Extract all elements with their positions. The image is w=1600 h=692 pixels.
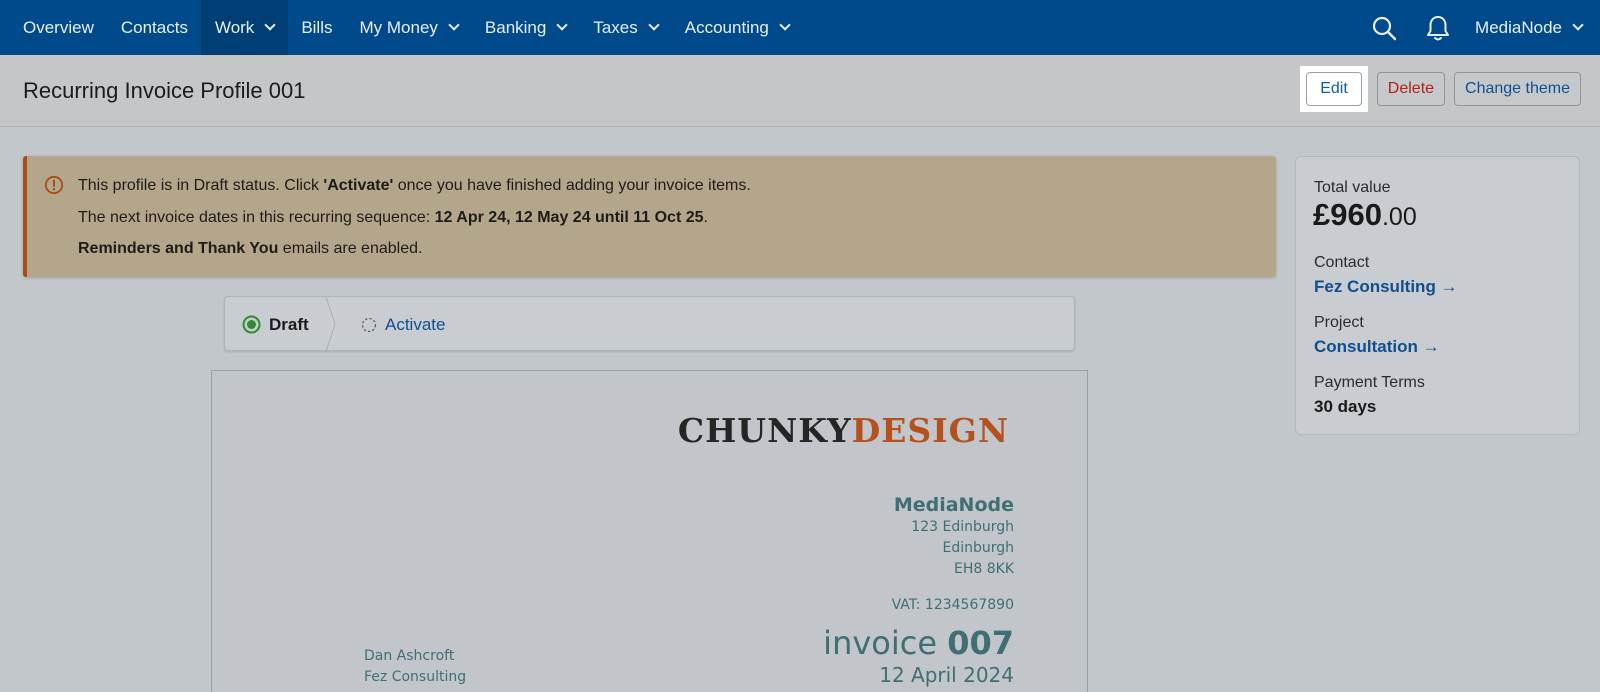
warning-circle-icon	[44, 175, 64, 200]
chevron-down-icon	[556, 19, 569, 31]
radio-checked-icon	[242, 315, 261, 334]
nav-item-label: Banking	[484, 17, 547, 37]
nav-item-label: Overview	[23, 17, 94, 37]
chevron-down-icon	[448, 19, 460, 31]
step-activate[interactable]: Activate	[361, 297, 445, 352]
page-title: Recurring Invoice Profile 001	[23, 78, 306, 103]
invoice-preview: CHUNKYDESIGN MediaNode 123 Edinburgh Edi…	[211, 370, 1088, 692]
alert-text: The next invoice dates in this recurring…	[78, 209, 435, 226]
step-draft-label: Draft	[269, 314, 309, 334]
notifications-button[interactable]	[1411, 0, 1465, 55]
vat-number: VAT: 1234567890	[891, 597, 1014, 613]
status-steps: Draft Activate	[224, 296, 1075, 352]
account-menu[interactable]: MediaNode	[1465, 0, 1600, 55]
alert-text: .	[703, 209, 708, 226]
alert-line-status: This profile is in Draft status. Click '…	[78, 177, 751, 195]
nav-item-label: Contacts	[120, 17, 188, 37]
chevron-down-icon	[779, 19, 791, 31]
chevron-down-icon	[648, 19, 660, 31]
nav-item-accounting[interactable]: Accounting	[671, 0, 802, 55]
bill-to-company: Fez Consulting	[364, 669, 467, 685]
nav-item-taxes[interactable]: Taxes	[580, 0, 671, 55]
contact-link[interactable]: Fez Consulting →	[1314, 277, 1458, 297]
invoice-date: 12 April 2024	[879, 663, 1014, 687]
bell-icon	[1427, 15, 1450, 40]
alert-line-dates: The next invoice dates in this recurring…	[78, 209, 708, 227]
invoice-title-word: invoice	[823, 624, 938, 662]
account-label: MediaNode	[1475, 17, 1562, 37]
nav-item-label: Bills	[301, 17, 333, 37]
change-theme-button[interactable]: Change theme	[1454, 72, 1581, 106]
alert-text-bold: 'Activate'	[323, 177, 394, 194]
nav-item-banking[interactable]: Banking	[471, 0, 579, 55]
nav-item-contacts[interactable]: Contacts	[107, 0, 201, 55]
payment-terms-value: 30 days	[1314, 397, 1377, 416]
logo-text-accent: DESIGN	[851, 411, 1009, 450]
search-button[interactable]	[1357, 0, 1411, 55]
nav-item-overview[interactable]: Overview	[0, 0, 107, 55]
nav-right: MediaNode	[1357, 0, 1600, 55]
alert-text: This profile is in Draft status. Click	[78, 177, 324, 194]
bill-to-name: Dan Ashcroft	[364, 648, 455, 664]
page-header: Recurring Invoice Profile 001 Edit Delet…	[0, 55, 1600, 127]
logo-text-primary: CHUNKY	[677, 411, 852, 450]
total-value-decimal: .00	[1381, 203, 1417, 231]
edit-button-highlight: Edit	[1300, 66, 1368, 112]
nav-item-label: Work	[214, 17, 255, 37]
project-link[interactable]: Consultation →	[1314, 337, 1440, 357]
search-icon	[1372, 16, 1397, 40]
step-separator-icon	[325, 297, 336, 352]
total-value: £960.00	[1313, 197, 1417, 233]
summary-panel: Total value £960.00 Contact Fez Consulti…	[1295, 156, 1580, 435]
invoice-number: 007	[947, 624, 1014, 662]
header-actions: Edit Delete Change theme	[1300, 66, 1581, 112]
project-label: Project	[1314, 314, 1364, 331]
bill-to: Dan Ashcroft Fez Consulting	[364, 646, 466, 688]
nav-item-label: My Money	[359, 17, 438, 37]
address-line: 123 Edinburgh	[911, 519, 1014, 535]
total-value-label: Total value	[1314, 179, 1391, 196]
edit-button[interactable]: Edit	[1306, 72, 1362, 106]
nav-item-label: Taxes	[593, 17, 638, 37]
chevron-down-icon	[264, 19, 276, 31]
top-navigation: Overview Contacts Work Bills My Money Ba…	[0, 0, 1600, 55]
invoice-title: invoice 007	[823, 624, 1014, 662]
company-details: MediaNode 123 Edinburgh Edinburgh EH8 8K…	[894, 493, 1014, 580]
payment-terms-label: Payment Terms	[1314, 374, 1425, 391]
nav-item-bills[interactable]: Bills	[288, 0, 346, 55]
radio-pending-icon	[361, 317, 377, 332]
address-line: EH8 8KK	[954, 561, 1014, 577]
alert-text: once you have finished adding your invoi…	[393, 177, 751, 194]
alert-text: emails are enabled.	[278, 240, 423, 257]
step-draft: Draft	[242, 297, 309, 352]
alert-line-reminders: Reminders and Thank You emails are enabl…	[78, 240, 422, 258]
alert-text-bold: Reminders and Thank You	[78, 240, 279, 257]
nav-item-work[interactable]: Work	[201, 0, 288, 55]
alert-text-bold: 12 Apr 24, 12 May 24 until 11 Oct 25	[434, 209, 704, 226]
company-logo: CHUNKYDESIGN	[678, 411, 1009, 450]
step-activate-label: Activate	[385, 314, 446, 334]
total-value-main: £960	[1313, 197, 1382, 232]
nav-item-label: Accounting	[684, 17, 769, 37]
delete-button[interactable]: Delete	[1376, 72, 1446, 106]
company-name: MediaNode	[893, 494, 1014, 516]
draft-status-alert: This profile is in Draft status. Click '…	[23, 156, 1276, 277]
contact-label: Contact	[1314, 254, 1370, 271]
nav-item-my-money[interactable]: My Money	[346, 0, 471, 55]
address-line: Edinburgh	[942, 540, 1014, 556]
chevron-down-icon	[1572, 19, 1584, 31]
